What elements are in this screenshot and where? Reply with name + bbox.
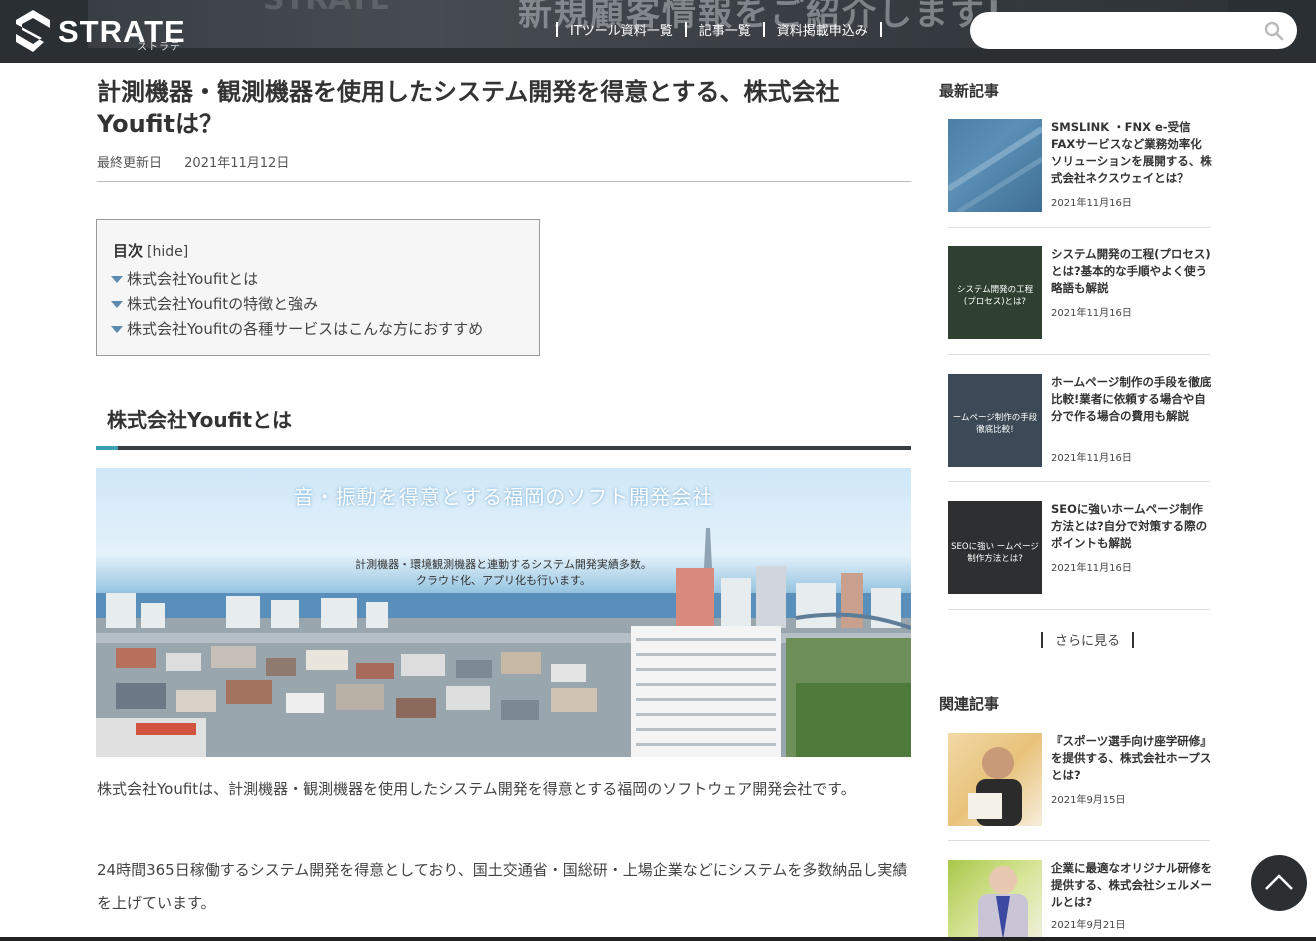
article-thumbnail[interactable]: システム開発の工程(プロセス)とは? bbox=[948, 246, 1042, 339]
banner-ghost-text: STRATE bbox=[263, 0, 390, 17]
page-title: 計測機器・観測機器を使用したシステム開発を得意とする、株式会社Youfitは？ bbox=[97, 78, 840, 138]
see-more-link[interactable]: さらに見る bbox=[1029, 630, 1146, 649]
logo-kana: ストラテ bbox=[137, 42, 181, 53]
nav-divider bbox=[762, 22, 765, 37]
updated-label: 最終更新日 bbox=[97, 156, 163, 171]
toc-arrow-icon bbox=[111, 326, 123, 333]
article-title-link[interactable]: 企業に最適なオリジナル研修を提供する、株式会社シェルメールとは? bbox=[1051, 860, 1213, 911]
nav-divider bbox=[879, 22, 882, 37]
toc-heading: 目次 [hide] bbox=[113, 240, 523, 261]
article-date: 2021年9月15日 bbox=[1051, 795, 1126, 806]
section-heading-underline bbox=[96, 446, 911, 450]
more-divider bbox=[1041, 631, 1043, 648]
scroll-top-button[interactable] bbox=[1251, 855, 1307, 911]
search-box bbox=[970, 12, 1297, 49]
article-date: 2021年11月16日 bbox=[1051, 198, 1132, 209]
article-thumbnail[interactable]: ームページ制作の手段 徹底比較! bbox=[948, 374, 1042, 467]
more-divider bbox=[1132, 631, 1135, 648]
article-title-link[interactable]: 『スポーツ選手向け座学研修』を提供する、株式会社ホープスとは? bbox=[1051, 733, 1213, 784]
toc-item[interactable]: 株式会社Youfitとは bbox=[111, 267, 523, 292]
article-date: 2021年11月16日 bbox=[1051, 308, 1132, 319]
article-date: 2021年9月21日 bbox=[1051, 920, 1126, 931]
related-article-card[interactable]: 企業に最適なオリジナル研修を提供する、株式会社シェルメールとは? 2021年9月… bbox=[948, 860, 1213, 941]
latest-article-card[interactable]: SEOに強い ームページ制作方法とは? SEOに強いホームページ制作方法とは?自… bbox=[948, 501, 1210, 610]
latest-article-card[interactable]: システム開発の工程(プロセス)とは? システム開発の工程(プロセス)とは?基本的… bbox=[948, 246, 1213, 355]
toc-item-label: 株式会社Youfitとは bbox=[127, 270, 259, 288]
toc-title: 目次 bbox=[113, 242, 144, 260]
hero-subtext: 計測機器・環境観測機器と連動するシステム開発実績多数。 bbox=[355, 558, 652, 571]
article-paragraph: 24時間365日稼働するシステム開発を得意としており、国土交通省・国総研・上場企… bbox=[97, 861, 908, 912]
table-of-contents: 目次 [hide] 株式会社Youfitとは 株式会社Youfitの特徴と強み 株… bbox=[96, 219, 540, 356]
hero-image: 音・振動を得意とする福岡のソフト開発会社 計測機器・環境観測機器と連動するシステ… bbox=[96, 468, 911, 757]
article-title-link[interactable]: ホームページ制作の手段を徹底比較!業者に依頼する場合や自分で作る場合の費用も解説 bbox=[1051, 374, 1213, 425]
main-nav: ITツール資料一覧 記事一覧 資料掲載申込み bbox=[544, 20, 894, 39]
article-thumbnail[interactable] bbox=[948, 733, 1042, 826]
nav-articles[interactable]: 記事一覧 bbox=[699, 20, 751, 39]
hero-headline: 音・振動を得意とする福岡のソフト開発会社 bbox=[293, 485, 714, 509]
latest-heading: 最新記事 bbox=[939, 82, 1000, 100]
site-header: STRATE 新規顧客情報をご紹介します! STRATE ストラテ ITツール資… bbox=[0, 0, 1316, 63]
article-thumbnail[interactable] bbox=[948, 119, 1042, 212]
article-title-link[interactable]: システム開発の工程(プロセス)とは?基本的な手順やよく使う略語も解説 bbox=[1051, 246, 1213, 297]
toc-item-label: 株式会社Youfitの特徴と強み bbox=[127, 295, 319, 313]
related-article-card[interactable]: 『スポーツ選手向け座学研修』を提供する、株式会社ホープスとは? 2021年9月1… bbox=[948, 733, 1213, 841]
city-illustration bbox=[96, 528, 911, 757]
page-bottom-border bbox=[0, 937, 1316, 941]
logo-mark-icon bbox=[16, 10, 50, 52]
article-thumbnail[interactable] bbox=[948, 860, 1042, 941]
title-divider bbox=[97, 181, 911, 182]
thumbnail-caption: システム開発の工程(プロセス)とは? bbox=[956, 285, 1034, 307]
toc-item[interactable]: 株式会社Youfitの各種サービスはこんな方におすすめ bbox=[111, 317, 523, 342]
search-icon[interactable] bbox=[1264, 21, 1284, 41]
article-date: 2021年11月16日 bbox=[1051, 453, 1132, 464]
article-title-link[interactable]: SMSLINK ・FNX e-受信FAXサービスなど業務効率化ソリューションを展… bbox=[1051, 119, 1213, 187]
scroll-top-icon bbox=[1265, 874, 1293, 890]
section-heading-text: 株式会社Youfitとは bbox=[107, 408, 293, 432]
latest-article-card[interactable]: SMSLINK ・FNX e-受信FAXサービスなど業務効率化ソリューションを展… bbox=[948, 119, 1213, 228]
updated-meta: 最終更新日 2021年11月12日 bbox=[97, 152, 289, 171]
nav-divider bbox=[684, 22, 687, 37]
related-heading: 関連記事 bbox=[939, 695, 1000, 713]
nav-apply[interactable]: 資料掲載申込み bbox=[777, 20, 868, 39]
toc-hide-toggle[interactable]: [hide] bbox=[147, 244, 188, 260]
article-date: 2021年11月16日 bbox=[1051, 563, 1132, 574]
updated-date: 2021年11月12日 bbox=[184, 156, 290, 171]
thumbnail-caption: SEOに強い ームページ制作方法とは? bbox=[951, 542, 1039, 564]
toc-item[interactable]: 株式会社Youfitの特徴と強み bbox=[111, 292, 523, 317]
nav-divider bbox=[556, 22, 558, 37]
latest-article-card[interactable]: ームページ制作の手段 徹底比較! ホームページ制作の手段を徹底比較!業者に依頼す… bbox=[948, 374, 1213, 482]
thumbnail-caption: ームページ制作の手段 徹底比較! bbox=[952, 413, 1038, 435]
toc-arrow-icon bbox=[111, 276, 123, 283]
hero-subtext: クラウド化、アプリ化も行います。 bbox=[416, 574, 591, 587]
see-more-label: さらに見る bbox=[1055, 634, 1121, 649]
article-paragraph: 株式会社Youfitは、計測機器・観測機器を使用したシステム開発を得意とする福岡… bbox=[97, 780, 856, 798]
section-heading: 株式会社Youfitとは bbox=[96, 390, 911, 450]
article-thumbnail[interactable]: SEOに強い ームページ制作方法とは? bbox=[948, 501, 1042, 594]
toc-item-label: 株式会社Youfitの各種サービスはこんな方におすすめ bbox=[127, 320, 484, 338]
nav-it-tools[interactable]: ITツール資料一覧 bbox=[570, 20, 673, 39]
article-title-link[interactable]: SEOに強いホームページ制作方法とは?自分で対策する際のポイントも解説 bbox=[1051, 501, 1213, 552]
search-input[interactable] bbox=[986, 20, 1246, 40]
toc-arrow-icon bbox=[111, 301, 123, 308]
toc-list: 株式会社Youfitとは 株式会社Youfitの特徴と強み 株式会社Youfit… bbox=[111, 267, 523, 342]
